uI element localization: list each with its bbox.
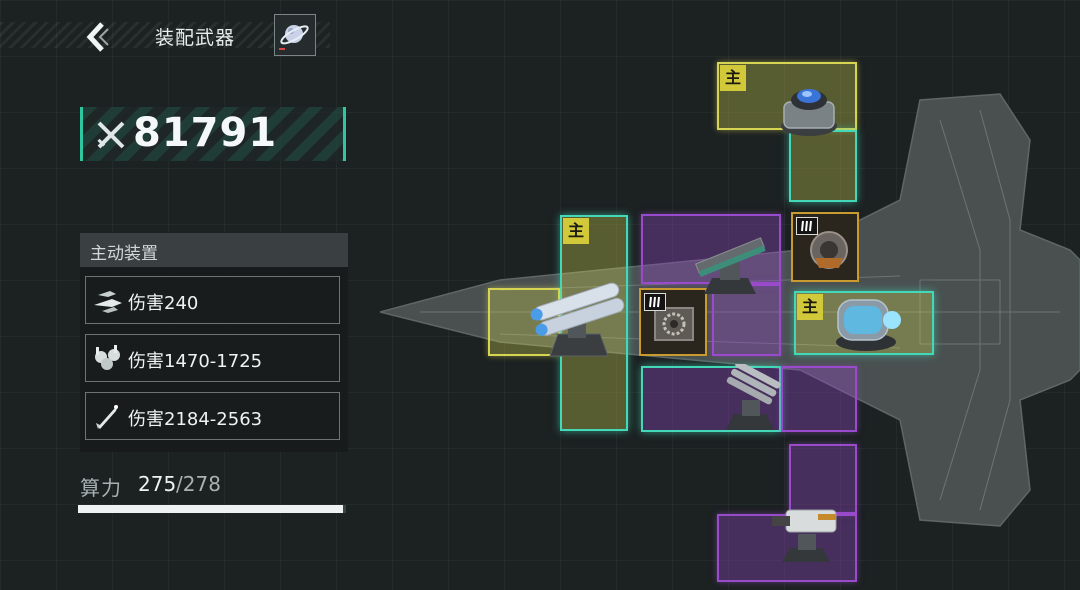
module-tier-tag [644,293,666,311]
weapon-heavy-gatling[interactable] [768,500,844,566]
weapon-shield-dome[interactable] [778,82,840,138]
combat-power-display: 81791 [80,107,346,161]
main-slot-top-lower[interactable] [789,130,857,202]
main-slot-badge: 主 [720,65,746,91]
module-tier-tag [796,217,818,235]
planet-button[interactable] [274,14,316,56]
back-button[interactable] [82,20,112,54]
compute-used: 275 [138,472,177,496]
module-card-engine-core[interactable] [639,288,707,356]
main-slot-badge: 主 [563,218,589,244]
active-device-missile[interactable]: 伤害2184-2563 [85,392,340,440]
compute-label: 算力 [80,476,122,500]
missile-icon [96,405,118,429]
combat-power-value: 81791 [133,110,278,156]
active-device-label: 伤害1470-1725 [128,351,263,372]
active-device-label: 伤害2184-2563 [128,409,263,430]
active-device-label: 伤害240 [128,293,199,314]
active-device-fighters[interactable]: 伤害240 [85,276,340,324]
weapon-energy-cannon[interactable] [830,290,904,354]
back-chevron-icon [86,22,109,52]
compute-progress-fill [78,505,344,513]
compute-total: /278 [176,472,221,496]
compute-progress-bar [78,505,346,513]
fighter-squadron-icon [94,291,122,313]
planet-icon [279,25,309,50]
active-devices-panel: 主动装置 伤害240 伤害1470-1725 伤害2184-2563 [80,233,348,452]
weapon-rocket-launcher[interactable] [716,364,786,432]
module-card-armor-core[interactable] [791,212,859,282]
main-slot-badge: 主 [797,294,823,320]
turret-cluster-icon [95,345,120,370]
active-devices-title: 主动装置 [80,233,348,267]
crossed-swords-icon [97,121,125,149]
page-title: 装配武器 [155,27,236,49]
weapon-railgun-turret[interactable] [692,228,770,298]
active-device-turrets[interactable]: 伤害1470-1725 [85,334,340,382]
secondary-slot-lower-right[interactable] [781,366,857,432]
weapon-twin-missile-pod[interactable] [528,282,632,362]
